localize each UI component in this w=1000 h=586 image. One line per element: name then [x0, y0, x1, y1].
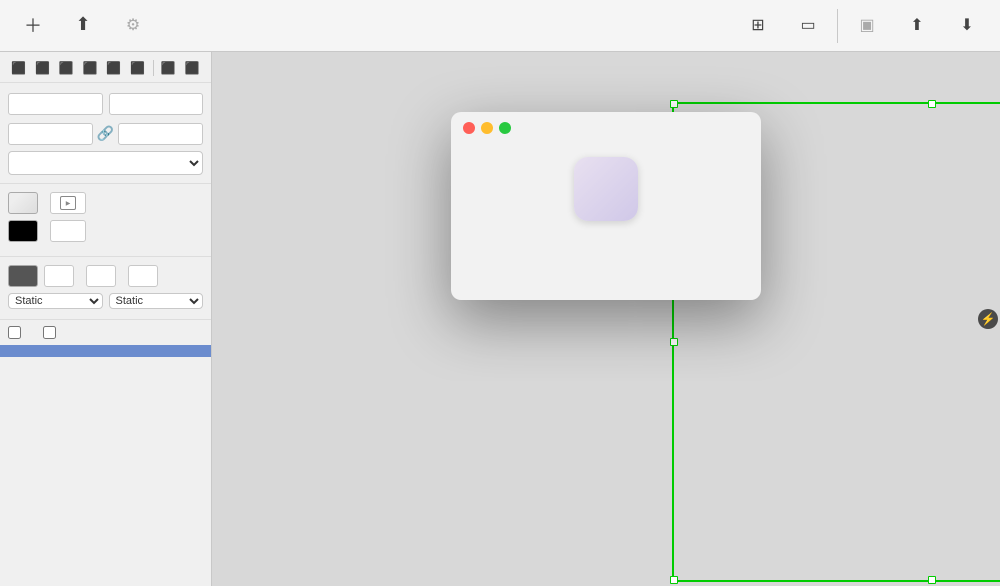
create-component-button[interactable]: ⚙: [108, 11, 158, 41]
layer-artboard-1[interactable]: [0, 345, 211, 357]
import-button[interactable]: ⬆: [58, 10, 108, 41]
main-area: ⬛ ⬛ ⬛ ⬛ ⬛ ⬛ ⬛ ⬛ // Replace align buttons…: [0, 52, 1000, 586]
stroke-color-box[interactable]: [8, 220, 38, 242]
align-middle-button[interactable]: ⬛: [103, 58, 125, 78]
handle-top-middle[interactable]: [928, 100, 936, 108]
maximize-button[interactable]: [499, 122, 511, 134]
width-field: [8, 121, 93, 145]
alignment-bar: ⬛ ⬛ ⬛ ⬛ ⬛ ⬛ ⬛ ⬛: [0, 52, 211, 83]
left-panel: ⬛ ⬛ ⬛ ⬛ ⬛ ⬛ ⬛ ⬛ // Replace align buttons…: [0, 52, 212, 586]
lock-icon[interactable]: 🔗: [97, 125, 114, 142]
height-field: [118, 121, 203, 145]
shadow-color-box[interactable]: [8, 265, 38, 287]
size-presets-select[interactable]: [8, 151, 203, 175]
horizontal-field: Static: [8, 293, 103, 311]
layers-section: [0, 345, 211, 586]
align-left-button[interactable]: ⬛: [8, 58, 30, 78]
distribute-v-button[interactable]: ⬛: [181, 58, 203, 78]
blur-input[interactable]: [44, 265, 74, 287]
import-icon: ⬆: [75, 14, 90, 35]
minimize-button[interactable]: [481, 122, 493, 134]
divider: [153, 60, 154, 76]
forward-icon: ⬆: [910, 15, 923, 35]
handle-bottom-middle[interactable]: [928, 576, 936, 584]
drivers-button[interactable]: ⊞: [733, 11, 783, 41]
insert-icon: ＋: [24, 12, 42, 38]
horizontal-select[interactable]: Static: [8, 293, 103, 309]
forward-button[interactable]: ⬆: [892, 11, 942, 41]
backward-icon: ⬇: [960, 15, 973, 35]
animate-icon: ▭: [800, 15, 815, 35]
xy-row: [8, 91, 203, 115]
fill-color-box[interactable]: [8, 192, 38, 214]
animate-button[interactable]: ▭: [783, 11, 833, 41]
height-input[interactable]: [118, 123, 203, 145]
fill-stroke-section: [0, 184, 211, 257]
align-top-button[interactable]: ⬛: [79, 58, 101, 78]
clip-sublayers-checkbox[interactable]: [43, 326, 56, 339]
align-center-h-button[interactable]: ⬛: [32, 58, 54, 78]
group-button[interactable]: ▣: [842, 11, 892, 41]
fill-row: [8, 192, 203, 214]
stroke-row: [8, 220, 203, 242]
backward-button[interactable]: ⬇: [942, 11, 992, 41]
x-field: [8, 91, 103, 115]
width-input[interactable]: [8, 123, 93, 145]
presets-row: [8, 151, 203, 175]
app-icon-circle: [574, 157, 638, 221]
about-dialog: [451, 112, 761, 300]
shadow-x-input[interactable]: [86, 265, 116, 287]
handle-middle-left[interactable]: [670, 338, 678, 346]
media-button[interactable]: [50, 192, 86, 214]
align-bottom-button[interactable]: ⬛: [127, 58, 149, 78]
toolbar-divider: [837, 9, 838, 43]
toolbar: ＋ ⬆ ⚙ ⊞ ▭ ▣ ⬆ ⬇: [0, 0, 1000, 52]
app-icon: [571, 154, 641, 224]
options-row: [0, 320, 211, 345]
dialog-titlebar: [451, 112, 761, 134]
stroke-width-input[interactable]: [50, 220, 86, 242]
lightning-icon: ⚡: [981, 312, 996, 326]
insert-button[interactable]: ＋: [8, 8, 58, 44]
y-field: [109, 91, 204, 115]
touchable-checkbox[interactable]: [8, 326, 21, 339]
align-right-button[interactable]: ⬛: [56, 58, 78, 78]
group-icon: ▣: [859, 15, 874, 35]
create-component-icon: ⚙: [126, 15, 140, 35]
vertical-field: Static: [109, 293, 204, 311]
position-section: 🔗: [0, 83, 211, 184]
dialog-body: [451, 134, 761, 300]
scroll-behavior-row: Static Static: [8, 293, 203, 311]
close-button[interactable]: [463, 122, 475, 134]
canvas[interactable]: ⚡: [212, 52, 1000, 586]
lightning-indicator: ⚡: [978, 309, 998, 329]
handle-top-left[interactable]: [670, 100, 678, 108]
media-icon: [60, 196, 76, 210]
shadow-row: [8, 265, 203, 287]
drivers-icon: ⊞: [751, 15, 764, 35]
handle-bottom-left[interactable]: [670, 576, 678, 584]
y-input[interactable]: [109, 93, 204, 115]
vertical-select[interactable]: Static: [109, 293, 204, 309]
x-input[interactable]: [8, 93, 103, 115]
shadow-y-input[interactable]: [128, 265, 158, 287]
shadow-blur-section: Static Static: [0, 257, 211, 320]
distribute-h-button[interactable]: ⬛: [157, 58, 179, 78]
size-row: 🔗: [8, 121, 203, 145]
